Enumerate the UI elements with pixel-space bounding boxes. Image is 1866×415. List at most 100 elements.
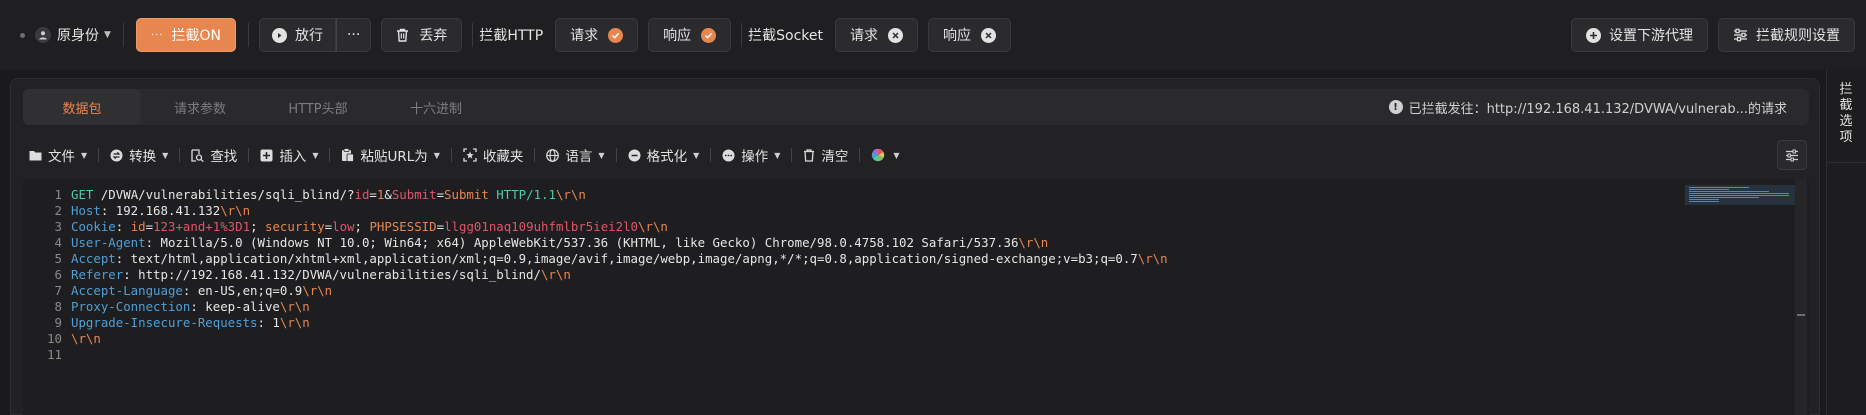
format-menu[interactable]: 格式化 ▼ [622, 141, 706, 169]
http-request-toggle[interactable]: 请求 [555, 18, 639, 52]
code-token: \r\n [638, 219, 668, 234]
code-token: Upgrade-Insecure-Requests [71, 315, 258, 330]
code-token: \r\n [71, 331, 101, 346]
code-token: = [145, 219, 154, 234]
favorites-icon [463, 148, 477, 162]
divider [98, 148, 100, 162]
caret-down-icon: ▼ [433, 150, 440, 160]
divider [615, 148, 617, 162]
tab-hex[interactable]: 十六进制 [377, 89, 495, 125]
minus-circle-icon [628, 149, 641, 161]
code-token: : 192.168.41.132 [100, 203, 221, 218]
divider [122, 23, 124, 47]
socket-request-label: 请求 [850, 28, 879, 44]
operate-menu[interactable]: 操作 ▼ [716, 141, 786, 169]
line-content: Accept-Language: en-US,en;q=0.9\r\n [71, 283, 332, 298]
tab-request-params[interactable]: 请求参数 [141, 89, 259, 125]
convert-menu-label: 转换 [129, 149, 157, 165]
code-line[interactable]: 11 [23, 345, 71, 364]
code-token: security [264, 219, 325, 234]
socket-request-toggle[interactable]: 请求 [835, 18, 919, 52]
insert-menu[interactable]: 插入 ▼ [254, 141, 324, 169]
http-response-toggle[interactable]: 响应 [648, 18, 732, 52]
sliders-icon [1786, 149, 1798, 161]
intercept-socket-label: 拦截Socket [748, 28, 824, 44]
release-label: 放行 [294, 28, 323, 44]
packet-editor[interactable]: 1 GET /DVWA/vulnerabilities/sqli_blind/?i… [23, 179, 1809, 415]
intercept-options-tab[interactable]: 拦截选项 [1837, 82, 1855, 146]
drop-label: 丢弃 [419, 28, 448, 44]
clear-button[interactable]: 清空 [797, 141, 854, 169]
caret-down-icon: ▼ [693, 150, 700, 160]
drag-handle-dot[interactable] [20, 32, 25, 38]
intercept-toggle-button[interactable]: ··· 拦截ON [135, 18, 236, 52]
identity-selector[interactable]: 原身份 ▼ [35, 25, 111, 45]
code-token: : 1 [257, 315, 280, 330]
release-more-button[interactable]: ··· [335, 18, 372, 52]
line-content: Accept: text/html,application/xhtml+xml,… [71, 251, 1168, 266]
caret-down-icon: ▼ [774, 150, 781, 160]
tab-packet[interactable]: 数据包 [23, 89, 141, 125]
code-token: = [436, 219, 445, 234]
convert-icon [110, 149, 123, 161]
paste-url-menu[interactable]: 粘贴URL为 ▼ [335, 141, 445, 169]
drop-button[interactable]: 丢弃 [381, 18, 463, 52]
caret-down-icon: ▼ [162, 150, 169, 160]
favorites-button[interactable]: 收藏夹 [457, 141, 530, 169]
divider [329, 148, 331, 162]
line-content: Cookie: id=123+and+1%3D1; security=low; … [71, 219, 668, 234]
code-token: low [332, 219, 355, 234]
code-token: Submit [444, 187, 489, 202]
release-button[interactable]: 放行 [258, 18, 336, 52]
code-token: GET [71, 187, 94, 202]
line-number: 11 [47, 347, 62, 362]
minimap[interactable] [1685, 185, 1795, 205]
sliders-icon [1734, 28, 1747, 42]
line-content: Upgrade-Insecure-Requests: 1\r\n [71, 315, 310, 330]
code-token: ; [250, 219, 265, 234]
intercept-rules-button[interactable]: 拦截规则设置 [1718, 18, 1855, 52]
editor-settings-button[interactable] [1777, 140, 1807, 170]
vertical-scrollbar[interactable] [1795, 179, 1807, 415]
play-circle-icon [271, 27, 287, 43]
code-token: /DVWA/vulnerabilities/sqli_blind/? [93, 187, 355, 202]
insert-menu-label: 插入 [279, 149, 307, 165]
clear-label: 清空 [821, 149, 849, 165]
code-token: & [384, 187, 392, 202]
favorites-label: 收藏夹 [482, 149, 524, 165]
divider [450, 148, 452, 162]
socket-response-toggle[interactable]: 响应 [928, 18, 1012, 52]
chevron-down-icon: ▼ [104, 30, 111, 40]
line-content: Referer: http://192.168.41.132/DVWA/vuln… [71, 267, 571, 282]
code-token: \r\n [1137, 251, 1168, 266]
code-token: User-Agent [71, 235, 146, 250]
intercept-rules-label: 拦截规则设置 [1756, 28, 1840, 44]
find-label: 查找 [210, 149, 238, 165]
downstream-proxy-button[interactable]: 设置下游代理 [1571, 18, 1708, 52]
caret-down-icon: ▼ [598, 150, 605, 160]
dots-icon: ··· [150, 29, 164, 41]
line-content: User-Agent: Mozilla/5.0 (Windows NT 10.0… [71, 235, 1048, 250]
clipboard-icon [342, 148, 355, 162]
color-theme-menu[interactable]: ▼ [865, 141, 905, 169]
plus-circle-icon [1586, 27, 1601, 43]
language-menu[interactable]: 语言 ▼ [540, 141, 610, 169]
scrollbar-thumb[interactable] [1797, 314, 1805, 316]
code-token: Host [71, 203, 101, 218]
top-toolbar: 原身份 ▼ ··· 拦截ON 放行 ··· 丢弃 拦截HTTP 请求 响应 拦截… [0, 0, 1866, 70]
find-button[interactable]: 查找 [185, 141, 243, 169]
code-token: : http://192.168.41.132/DVWA/vulnerabili… [123, 267, 541, 282]
convert-menu[interactable]: 转换 ▼ [104, 141, 174, 169]
globe-icon [546, 148, 560, 162]
divider [741, 23, 743, 47]
caret-down-icon: ▼ [81, 150, 88, 160]
line-content: Proxy-Connection: keep-alive\r\n [71, 299, 310, 314]
tab-http-headers[interactable]: HTTP头部 [259, 89, 377, 125]
more-icon: ··· [346, 27, 361, 43]
code-token: Cookie [71, 219, 116, 234]
line-content: Host: 192.168.41.132\r\n [71, 203, 250, 218]
file-menu[interactable]: 文件 ▼ [23, 141, 93, 169]
code-token: \r\n [555, 187, 586, 202]
search-doc-icon [191, 148, 205, 162]
close-icon [981, 27, 997, 43]
